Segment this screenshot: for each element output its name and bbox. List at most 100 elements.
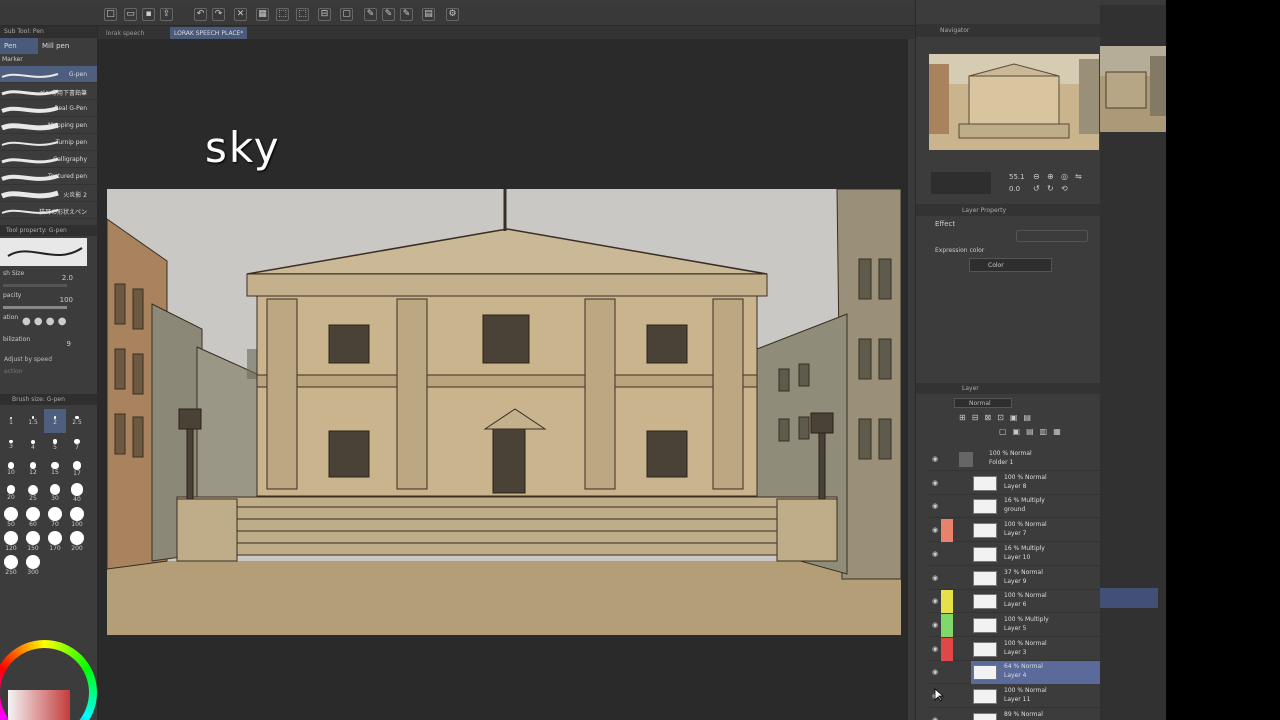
tab-mill-pen[interactable]: Mill pen <box>38 38 73 54</box>
canvas-area[interactable]: lorak speech LORAK SPEECH PLACE* sky <box>98 26 915 720</box>
brush-size-option[interactable]: 4 <box>22 433 44 457</box>
rotate-left-icon[interactable]: ↺ <box>1033 184 1040 193</box>
reset-rotation-icon[interactable]: ⟲ <box>1061 184 1068 193</box>
visibility-eye-icon[interactable]: ◉ <box>929 590 941 613</box>
brush-size-option[interactable]: 2 <box>44 409 66 433</box>
visibility-eye-icon[interactable]: ◉ <box>929 448 941 471</box>
transform-icon[interactable]: ⬚ <box>276 8 289 21</box>
brush-item[interactable]: Calligraphy <box>0 151 97 168</box>
layer-folder[interactable]: ◉ 100 % Normal Folder 1 <box>929 448 1100 471</box>
layer-row[interactable]: ◉ 37 % Normal Layer 9 <box>929 567 1100 590</box>
brush-item[interactable]: Turnip pen <box>0 134 97 151</box>
tab-lorak-speech[interactable]: lorak speech <box>102 27 148 39</box>
export-icon[interactable]: ⇪ <box>160 8 173 21</box>
tab-pen[interactable]: Pen <box>0 38 38 54</box>
layer-action-icons[interactable]: ▢▣▤▥▦ <box>999 427 1099 437</box>
brush-size-option[interactable]: 10 <box>0 457 22 481</box>
visibility-eye-icon[interactable]: ◉ <box>929 472 941 495</box>
brush-size-option[interactable]: 100 <box>66 505 88 529</box>
zoom-value[interactable]: 55.1 <box>1009 173 1025 181</box>
brush-size-option[interactable]: 17 <box>66 457 88 481</box>
settings-icon[interactable]: ⚙ <box>446 8 459 21</box>
canvas-scrollbar[interactable] <box>908 39 915 720</box>
layer-color-tag[interactable] <box>941 543 953 566</box>
brush-size-option[interactable]: 40 <box>66 481 88 505</box>
clipboard-icon[interactable]: ▤ <box>422 8 435 21</box>
visibility-eye-icon[interactable]: ◉ <box>929 661 941 684</box>
layer-color-tag[interactable] <box>941 613 953 637</box>
layer-row[interactable]: ◉ 100 % Normal Layer 3 <box>929 637 1100 661</box>
visibility-eye-icon[interactable]: ◉ <box>929 614 941 637</box>
brush-item[interactable]: 火炎影 2 <box>0 185 97 202</box>
brush-size-option[interactable]: 200 <box>66 529 88 553</box>
brush-size-option[interactable]: 70 <box>44 505 66 529</box>
subtool-group-label[interactable]: Marker <box>0 54 97 66</box>
layer-row[interactable]: ◉ 16 % Multiply Layer 10 <box>929 543 1100 566</box>
visibility-eye-icon[interactable]: ◉ <box>929 638 941 661</box>
layer-row[interactable]: ◉ 100 % Multiply Layer 5 <box>929 613 1100 637</box>
brush-item[interactable]: ペン専用下書鉛筆 <box>0 83 97 100</box>
visibility-eye-icon[interactable]: ◉ <box>929 567 941 590</box>
layer-row[interactable]: ◉ 64 % Normal Layer 4 <box>929 661 1100 685</box>
fill-icon[interactable]: ▦ <box>256 8 269 21</box>
color-square[interactable] <box>8 690 70 720</box>
layer-row[interactable]: ◉ 89 % Normal <box>929 709 1100 720</box>
layer-color-tag[interactable] <box>941 709 953 720</box>
brush-size-option[interactable]: 30 <box>44 481 66 505</box>
pen-tool-icon[interactable]: ✎ <box>364 8 377 21</box>
flip-icon[interactable]: ⇋ <box>1075 172 1082 181</box>
layer-color-tag[interactable] <box>941 567 953 590</box>
tab-lorak-speech-place[interactable]: LORAK SPEECH PLACE* <box>170 27 248 39</box>
angle-value[interactable]: 0.0 <box>1009 185 1020 193</box>
brush-item[interactable]: Textured pen <box>0 168 97 185</box>
zoom-in-icon[interactable]: ⊕ <box>1047 172 1054 181</box>
effect-buttons[interactable] <box>1016 230 1088 242</box>
layer-color-tag[interactable] <box>941 637 953 661</box>
brush-size-row[interactable]: sh Size 2.0 <box>0 268 97 290</box>
opacity-value[interactable]: 100 <box>60 296 73 304</box>
brush-size-option[interactable]: 25 <box>22 481 44 505</box>
brush-size-option[interactable]: 5 <box>44 433 66 457</box>
clear-icon[interactable]: ✕ <box>234 8 247 21</box>
anti-aliasing-options[interactable]: ● ● ● ● <box>22 316 66 327</box>
layer-color-tag[interactable] <box>941 590 953 614</box>
layer-row[interactable]: ◉100 % NormalLayer 11 <box>929 685 1100 708</box>
pencil-tool-icon[interactable]: ✎ <box>382 8 395 21</box>
redo-icon[interactable]: ↷ <box>212 8 225 21</box>
new-icon[interactable]: □ <box>104 8 117 21</box>
opacity-slider[interactable] <box>3 306 67 309</box>
opacity-row[interactable]: pacity 100 <box>0 290 97 312</box>
brush-item[interactable]: 猫耳の形状えペン <box>0 202 97 219</box>
open-icon[interactable]: ▭ <box>124 8 137 21</box>
layer-color-tag[interactable] <box>941 519 953 543</box>
brush-size-option[interactable]: 20 <box>0 481 22 505</box>
brush-size-option[interactable]: 1 <box>0 409 22 433</box>
stabilization-value[interactable]: 9 <box>67 340 71 348</box>
layer-row[interactable]: ◉ 16 % Multiply ground <box>929 495 1100 519</box>
brush-size-option[interactable]: 60 <box>22 505 44 529</box>
brush-size-option[interactable]: 50 <box>0 505 22 529</box>
brush-size-option[interactable]: 170 <box>44 529 66 553</box>
brush-size-option[interactable]: 120 <box>0 529 22 553</box>
layer-color-tag[interactable] <box>941 661 953 684</box>
undo-icon[interactable]: ↶ <box>194 8 207 21</box>
brush-size-option[interactable]: 2.5 <box>66 409 88 433</box>
layer-row[interactable]: ◉ 100 % Normal Layer 7 <box>929 519 1100 543</box>
vector-eraser-label[interactable]: ection <box>0 368 97 380</box>
brush-tool-icon[interactable]: ✎ <box>400 8 413 21</box>
layer-row[interactable]: ◉ 100 % Normal Layer 6 <box>929 590 1100 614</box>
deselect-icon[interactable]: ⬚ <box>296 8 309 21</box>
visibility-eye-icon[interactable]: ◉ <box>929 495 941 518</box>
brush-size-option[interactable]: 1.5 <box>22 409 44 433</box>
brush-size-value[interactable]: 2.0 <box>62 274 73 282</box>
expression-color-select[interactable]: Color <box>969 258 1052 272</box>
select-icon[interactable]: ▢ <box>340 8 353 21</box>
adjust-by-speed[interactable]: Adjust by speed <box>0 356 97 368</box>
navigator-preview[interactable] <box>929 54 1099 150</box>
brush-size-option[interactable]: 7 <box>66 433 88 457</box>
fit-icon[interactable]: ◎ <box>1061 172 1068 181</box>
anti-aliasing-row[interactable]: ation ● ● ● ● <box>0 312 97 334</box>
layer-tool-icons[interactable]: ⊞⊟⊠⊡▣▤ <box>959 413 1069 423</box>
artwork[interactable] <box>107 189 901 635</box>
layer-color-tag[interactable] <box>941 495 953 518</box>
